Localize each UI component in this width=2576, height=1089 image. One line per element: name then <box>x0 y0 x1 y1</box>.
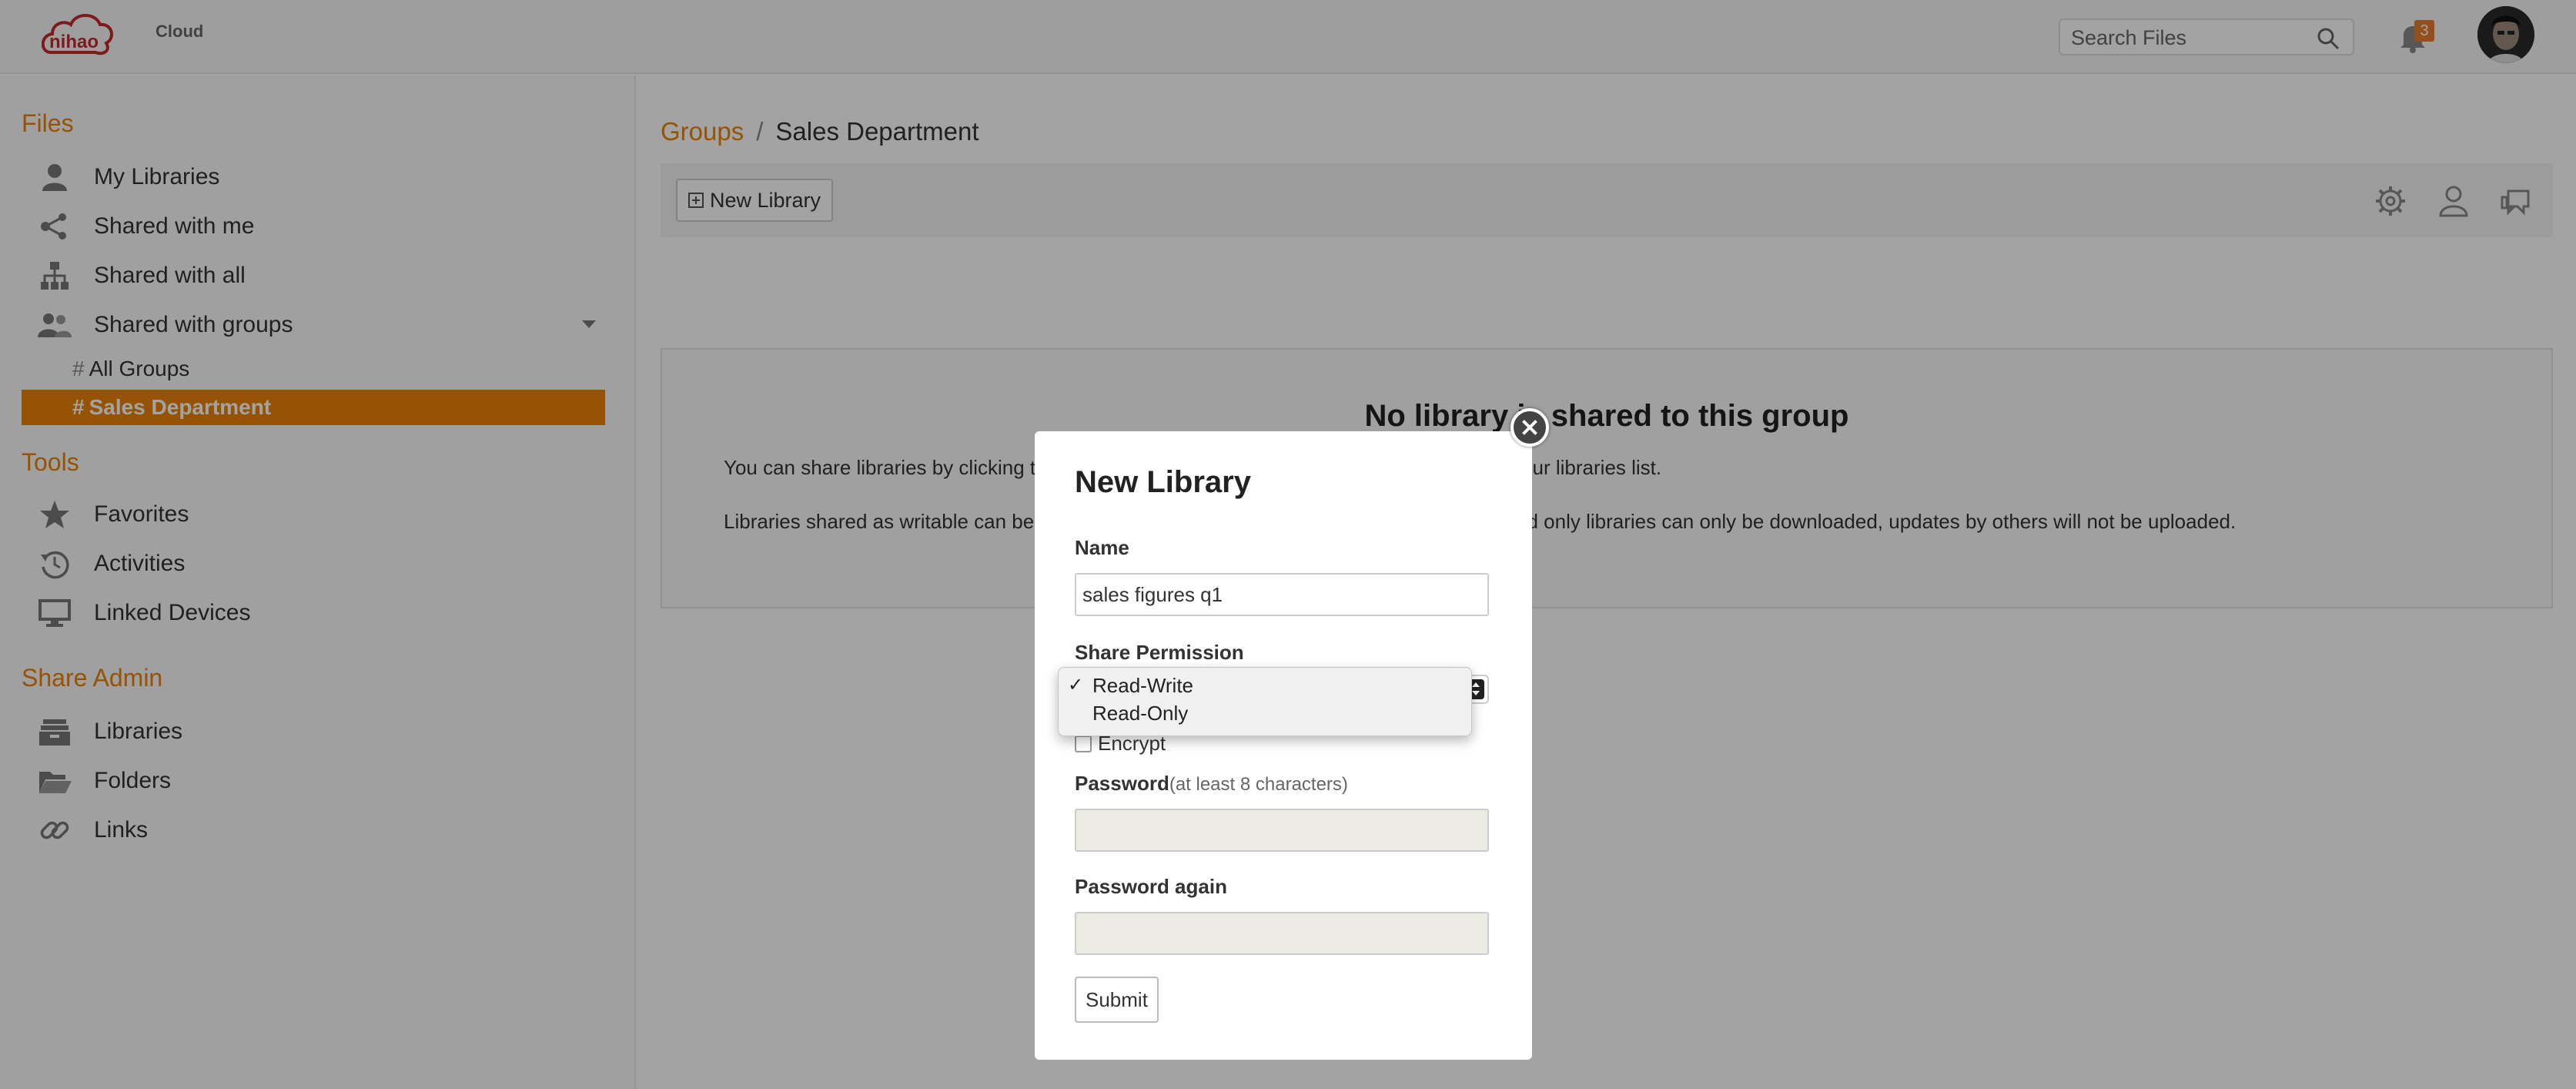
name-label: Name <box>1075 536 1129 559</box>
encrypt-checkbox[interactable] <box>1075 735 1092 752</box>
password-input[interactable] <box>1075 809 1489 852</box>
permission-option-read-write[interactable]: Read-Write <box>1092 674 1193 698</box>
permission-option-read-only[interactable]: Read-Only <box>1092 702 1188 725</box>
library-name-input[interactable] <box>1075 573 1489 616</box>
close-icon[interactable] <box>1510 408 1549 447</box>
submit-button[interactable]: Submit <box>1075 977 1159 1023</box>
new-library-dialog: New Library Name Share Permission Encryp… <box>1035 431 1532 1060</box>
permission-dropdown-menu: ✓ Read-Write Read-Only <box>1058 667 1472 736</box>
password-label-text: Password <box>1075 772 1169 795</box>
password-again-input[interactable] <box>1075 912 1489 955</box>
share-permission-label: Share Permission <box>1075 641 1244 664</box>
password-hint: (at least 8 characters) <box>1169 774 1348 795</box>
password-again-label: Password again <box>1075 875 1227 898</box>
dialog-title: New Library <box>1075 465 1251 499</box>
password-label: Password(at least 8 characters) <box>1075 772 1348 796</box>
checkmark-icon: ✓ <box>1068 675 1084 695</box>
